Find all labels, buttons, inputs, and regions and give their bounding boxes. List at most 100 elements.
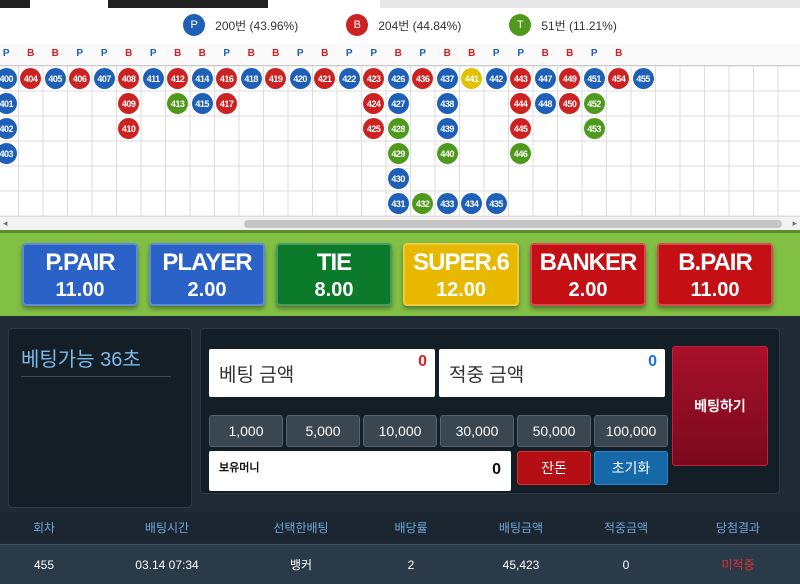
history-column-header: 배팅금액: [498, 520, 544, 535]
holding-money-field: 보유머니 0: [209, 451, 511, 491]
road-header-cell: P: [76, 48, 84, 59]
chip-50000-button[interactable]: 50,000: [517, 415, 591, 447]
road-result-ball: 415: [191, 93, 213, 114]
bet-banker-button[interactable]: BANKER 2.00: [530, 243, 646, 306]
history-row: 455 03.14 07:34 뱅커 2 45,423 0 미적중: [0, 544, 800, 584]
baccarat-game: P 200번 (43.96%) B 204번 (44.84%) T 51번 (1…: [0, 0, 800, 584]
road-header-cell: P: [370, 48, 378, 59]
video-edge: [380, 0, 800, 8]
history-column-header: 선택한배팅: [273, 520, 329, 535]
road-header-cell: B: [468, 48, 476, 59]
banker-badge: B: [346, 14, 369, 36]
bet-amount-field[interactable]: 베팅 금액 0: [209, 349, 435, 397]
road-result-ball: 447: [534, 68, 556, 89]
reset-button[interactable]: 초기화: [594, 451, 668, 485]
road-result-ball: 448: [534, 93, 556, 114]
place-bet-button[interactable]: 베팅하기: [672, 346, 768, 466]
road-header: PBBPPBPBBPBBPBPPBPBBPPBBPB: [0, 44, 800, 66]
road-result-ball: 428: [387, 118, 409, 139]
chip-5000-button[interactable]: 5,000: [286, 415, 360, 447]
chip-1000-button[interactable]: 1,000: [209, 415, 283, 447]
road-header-cell: B: [443, 48, 451, 59]
bet-super-6-button[interactable]: SUPER.6 12.00: [403, 243, 519, 306]
history-column-header: 배당률: [394, 520, 428, 535]
bet-odds: 8.00: [314, 279, 354, 301]
bet-odds: 11.00: [55, 279, 105, 301]
bet-odds: 2.00: [187, 279, 227, 301]
road-result-ball: 422: [338, 68, 360, 89]
road-header-cell: B: [321, 48, 329, 59]
bet-player-button[interactable]: PLAYER 2.00: [149, 243, 265, 306]
chip-10000-button[interactable]: 10,000: [363, 415, 437, 447]
road-header-cell: P: [517, 48, 525, 59]
road-header-cell: B: [27, 48, 35, 59]
road-result-ball: 411: [142, 68, 164, 89]
road-header-cell: P: [223, 48, 231, 59]
road-header-cell: B: [615, 48, 623, 59]
road-header-cell: P: [100, 48, 108, 59]
scroll-right-icon[interactable]: ▸: [792, 218, 797, 229]
stats-bar: P 200번 (43.96%) B 204번 (44.84%) T 51번 (1…: [0, 0, 800, 44]
bet-tie-button[interactable]: TIE 8.00: [276, 243, 392, 306]
player-badge: P: [183, 14, 206, 36]
road-result-ball: 429: [387, 143, 409, 164]
road-result-ball: 439: [436, 118, 458, 139]
scroll-left-icon[interactable]: ◂: [3, 218, 8, 229]
scroll-thumb[interactable]: [244, 220, 782, 228]
road-header-cell: P: [296, 48, 304, 59]
road-result-ball: 426: [387, 68, 409, 89]
bet-name: B.PAIR: [678, 249, 753, 276]
chip-100000-button[interactable]: 100,000: [594, 415, 668, 447]
betting-controls: 베팅가능 36초 베팅 금액 0 적중 금액 0 1,000 5,000 10,…: [0, 316, 800, 512]
road-result-ball: 442: [485, 68, 507, 89]
bet-name: PLAYER: [162, 249, 252, 276]
bead-road: PBBPPBPBBPBBPBPPBPBBPPBBPB 400 401 402 403 4…: [0, 44, 800, 216]
betting-timer: 베팅가능 36초: [21, 343, 171, 377]
road-result-ball: 418: [240, 68, 262, 89]
road-result-ball: 407: [93, 68, 115, 89]
bet-name: BANKER: [539, 249, 638, 276]
win-amount-value: 0: [648, 353, 657, 370]
road-header-cell: B: [272, 48, 280, 59]
holding-money-label: 보유머니: [219, 462, 260, 474]
road-header-cell: P: [2, 48, 10, 59]
road-header-cell: B: [174, 48, 182, 59]
road-result-ball: 451: [583, 68, 605, 89]
road-result-ball: 438: [436, 93, 458, 114]
history-cell: 45,423: [502, 557, 540, 572]
road-result-ball: 414: [191, 68, 213, 89]
history-cell: 뱅커: [289, 558, 313, 572]
history-cell: 2: [407, 557, 415, 572]
road-header-cell: B: [198, 48, 206, 59]
bet-odds: 11.00: [690, 279, 740, 301]
tie-badge: T: [509, 14, 532, 36]
chip-30000-button[interactable]: 30,000: [440, 415, 514, 447]
road-result-ball: 433: [436, 193, 458, 214]
road-header-cell: P: [345, 48, 353, 59]
road-header-cell: P: [149, 48, 157, 59]
bet-name: SUPER.6: [413, 249, 510, 276]
video-edge: [0, 0, 30, 8]
road-header-cell: B: [51, 48, 59, 59]
bet-p-pair-button[interactable]: P.PAIR 11.00: [22, 243, 138, 306]
road-result-ball: 452: [583, 93, 605, 114]
bet-name: TIE: [316, 249, 352, 276]
history-column-header: 당첨결과: [715, 520, 761, 535]
bet-amount-label: 베팅 금액: [219, 365, 295, 386]
video-edge: [108, 0, 268, 8]
change-button[interactable]: 잔돈: [517, 451, 591, 485]
history-cell: 455: [33, 557, 55, 572]
road-header-cell: P: [419, 48, 427, 59]
win-amount-field: 적중 금액 0: [439, 349, 665, 397]
history-cell: 미적중: [721, 558, 755, 572]
bet-options: P.PAIR 11.00 PLAYER 2.00 TIE 8.00 SUPER.6 1…: [0, 230, 800, 316]
road-header-cell: B: [394, 48, 402, 59]
banker-count: 204번 (44.84%): [378, 18, 462, 33]
road-header-cell: B: [125, 48, 133, 59]
road-result-ball: 453: [583, 118, 605, 139]
bet-odds: 12.00: [435, 279, 487, 301]
tie-count: 51번 (11.21%): [541, 18, 617, 33]
road-scrollbar[interactable]: ◂ ▸: [0, 216, 800, 230]
road-result-ball: 440: [436, 143, 458, 164]
bet-b-pair-button[interactable]: B.PAIR 11.00: [657, 243, 773, 306]
